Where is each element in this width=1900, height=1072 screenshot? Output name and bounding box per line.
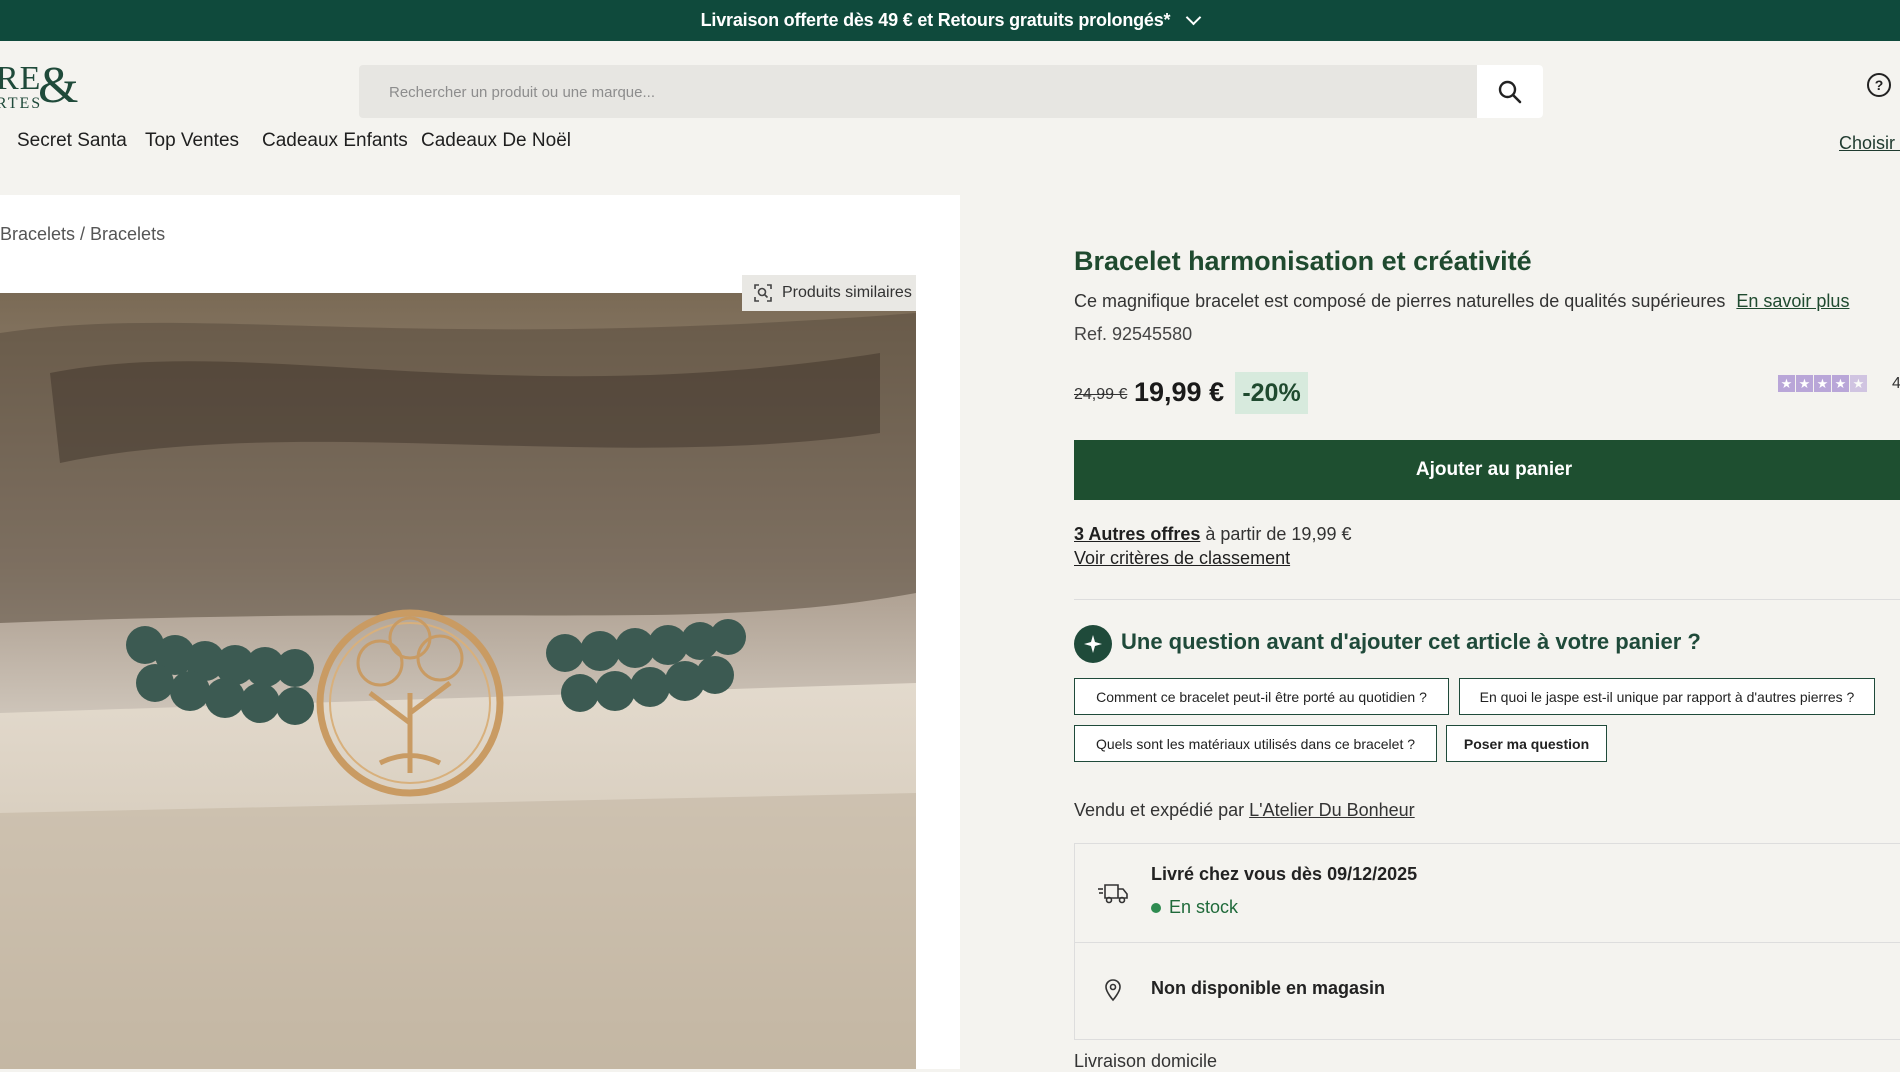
- stock-text: En stock: [1169, 897, 1239, 917]
- choose-store-link[interactable]: Choisir m: [1839, 133, 1900, 154]
- seller-info: Vendu et expédié par L'Atelier Du Bonheu…: [1074, 800, 1415, 821]
- other-offers-text: à partir de 19,99 €: [1200, 524, 1352, 544]
- question-chip-materials[interactable]: Quels sont les matériaux utilisés dans c…: [1074, 725, 1437, 762]
- ask-question-button[interactable]: Poser ma question: [1446, 725, 1607, 762]
- product-title: Bracelet harmonisation et créativité: [1074, 246, 1532, 276]
- description-text: Ce magnifique bracelet est composé de pi…: [1074, 291, 1726, 311]
- ranking-criteria-link[interactable]: Voir critères de classement: [1074, 548, 1290, 569]
- delivery-date: Livré chez vous dès 09/12/2025: [1151, 864, 1418, 884]
- current-price: 19,99 €: [1134, 377, 1225, 407]
- seller-prefix: Vendu et expédié par: [1074, 800, 1250, 820]
- logo-ampersand: &: [38, 57, 79, 114]
- stock-status: En stock: [1151, 897, 1238, 918]
- learn-more-link[interactable]: En savoir plus: [1736, 291, 1849, 311]
- nav-item-cadeaux-enfants[interactable]: Cadeaux Enfants: [262, 130, 408, 152]
- star-icon: ★: [1814, 375, 1831, 392]
- logo-line2: RTES: [0, 95, 43, 112]
- question-chip-jasper[interactable]: En quoi le jaspe est-il unique par rappo…: [1459, 678, 1875, 715]
- location-pin-icon: [1105, 979, 1121, 1002]
- seller-link[interactable]: L'Atelier Du Bonheur: [1249, 800, 1415, 820]
- question-title: Une question avant d'ajouter cet article…: [1121, 629, 1701, 654]
- in-stock-dot-icon: [1151, 902, 1161, 913]
- product-description: Ce magnifique bracelet est composé de pi…: [1074, 291, 1849, 312]
- rating-stars[interactable]: ★ ★ ★ ★ ★: [1778, 375, 1868, 392]
- site-logo[interactable]: RE RTES &: [0, 60, 78, 112]
- nav-item-top-ventes[interactable]: Top Ventes: [145, 130, 239, 152]
- sparkle-icon: [1074, 625, 1112, 663]
- breadcrumb[interactable]: Bracelets / Bracelets: [0, 224, 165, 245]
- logo-line1: RE: [0, 60, 42, 97]
- similar-products-label: Produits similaires: [782, 284, 912, 301]
- other-offers-link[interactable]: 3 Autres offres: [1074, 524, 1200, 544]
- divider: [1075, 942, 1900, 943]
- nav-item-secret-santa[interactable]: Secret Santa: [17, 130, 127, 152]
- search-button[interactable]: [1477, 65, 1543, 118]
- product-image[interactable]: [0, 293, 916, 1069]
- image-search-icon: [754, 284, 772, 302]
- nav-item-cadeaux-noel[interactable]: Cadeaux De Noël: [421, 130, 571, 152]
- star-icon: ★: [1796, 375, 1813, 392]
- product-ref: Ref. 92545580: [1074, 324, 1193, 344]
- help-icon[interactable]: ?: [1867, 73, 1891, 97]
- truck-icon: [1098, 884, 1128, 904]
- discount-badge: -20%: [1235, 372, 1308, 414]
- old-price: 24,99 €: [1074, 386, 1128, 403]
- star-icon: ★: [1850, 375, 1867, 392]
- add-to-cart-button[interactable]: Ajouter au panier: [1074, 440, 1900, 500]
- similar-products-button[interactable]: Produits similaires: [742, 275, 916, 311]
- chevron-down-icon[interactable]: [1186, 9, 1202, 26]
- search-bar: [359, 65, 1543, 120]
- promo-banner[interactable]: Livraison offerte dès 49 € et Retours gr…: [0, 0, 1900, 41]
- search-icon: [1498, 80, 1522, 103]
- other-offers: 3 Autres offres à partir de 19,99 €: [1074, 524, 1351, 545]
- question-chip-daily-wear[interactable]: Comment ce bracelet peut-il être porté a…: [1074, 678, 1449, 715]
- bracelet-photo: [0, 293, 916, 1069]
- search-input[interactable]: [387, 65, 1441, 120]
- store-availability: Non disponible en magasin: [1151, 978, 1386, 998]
- star-icon: ★: [1832, 375, 1849, 392]
- divider: [1074, 599, 1900, 600]
- rating-value: 4: [1892, 375, 1900, 392]
- promo-text: Livraison offerte dès 49 € et Retours gr…: [700, 10, 1171, 30]
- star-icon: ★: [1778, 375, 1795, 392]
